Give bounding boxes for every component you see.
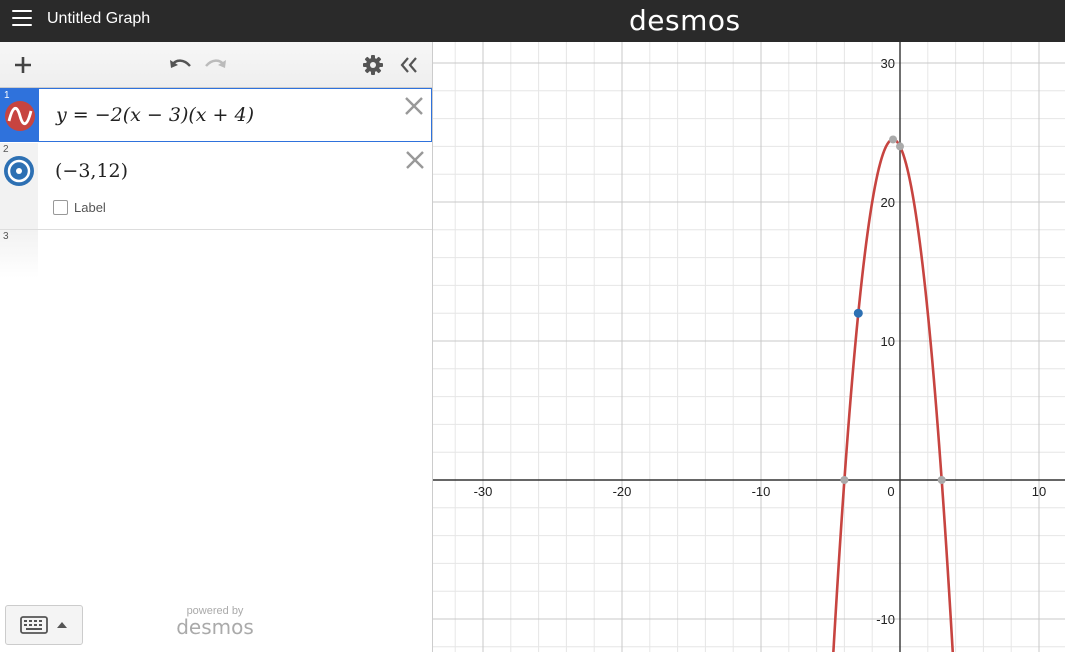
graph-canvas[interactable]: -30 -20 -10 0 10 30 20 10 -10 <box>433 42 1065 652</box>
expression-toolbar <box>0 42 432 88</box>
plotted-point <box>853 308 863 318</box>
y-tick-label: 20 <box>881 195 895 210</box>
key-point <box>896 142 904 151</box>
expression-input[interactable]: y = −2(x − 3)(x + 4) <box>56 104 254 126</box>
expression-panel: 1 y = −2(x − 3)(x + 4) 2 (−3,12) Label 3 <box>0 42 433 652</box>
key-point <box>840 476 849 484</box>
plus-icon[interactable] <box>8 50 38 80</box>
expression-item-2[interactable]: 2 (−3,12) Label <box>0 143 432 230</box>
wave-icon[interactable] <box>5 101 35 131</box>
key-point <box>889 135 898 144</box>
expression-index: 3 <box>3 231 9 242</box>
expression-item-1[interactable]: 1 y = −2(x − 3)(x + 4) <box>0 88 432 142</box>
keyboard-toggle-button[interactable] <box>5 605 83 645</box>
x-tick-label: 0 <box>887 484 894 499</box>
close-icon[interactable] <box>403 95 425 117</box>
point-icon[interactable] <box>4 156 34 186</box>
top-bar: Untitled Graph desmos <box>0 0 1065 42</box>
x-tick-label: -30 <box>474 484 493 499</box>
x-tick-label: -20 <box>613 484 632 499</box>
label-checkbox[interactable] <box>53 200 68 215</box>
y-tick-label: -10 <box>876 612 895 627</box>
label-toggle[interactable]: Label <box>53 200 106 215</box>
hamburger-icon[interactable] <box>12 10 32 28</box>
label-text: Label <box>74 200 106 215</box>
expression-index: 1 <box>4 90 10 101</box>
double-chevron-left-icon[interactable] <box>394 50 424 80</box>
powered-by-logo[interactable]: powered by desmos <box>170 605 260 639</box>
graph-svg[interactable]: -30 -20 -10 0 10 30 20 10 -10 <box>433 42 1065 652</box>
graph-title[interactable]: Untitled Graph <box>47 10 150 28</box>
undo-icon[interactable] <box>165 50 195 80</box>
expression-index: 2 <box>3 144 9 155</box>
expression-item-3[interactable]: 3 <box>0 230 432 278</box>
keyboard-icon <box>20 616 67 634</box>
expression-input[interactable]: (−3,12) <box>55 160 128 182</box>
gear-icon[interactable] <box>358 50 388 80</box>
key-point <box>937 476 946 484</box>
y-tick-label: 30 <box>881 56 895 71</box>
x-tick-label: -10 <box>752 484 771 499</box>
x-tick-label: 10 <box>1032 484 1046 499</box>
y-tick-label: 10 <box>881 334 895 349</box>
redo-icon[interactable] <box>201 50 231 80</box>
function-curve <box>832 138 955 652</box>
close-icon[interactable] <box>404 149 426 171</box>
